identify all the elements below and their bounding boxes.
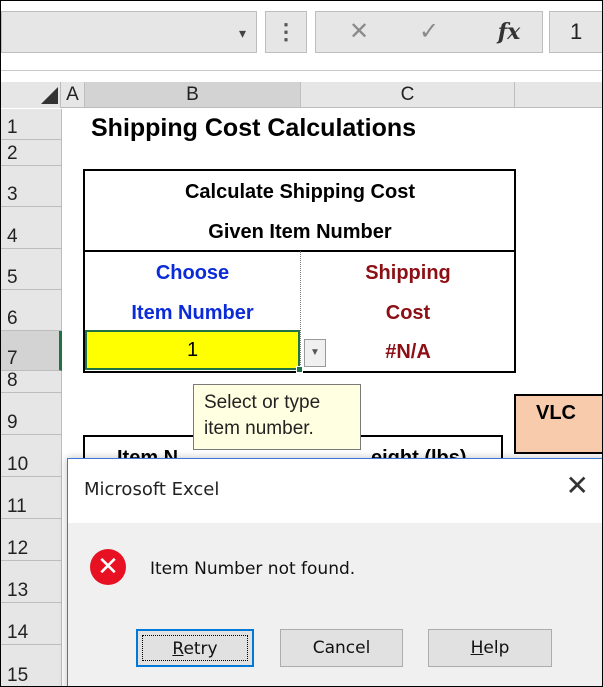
dialog-message: Item Number not found.	[150, 559, 356, 579]
formula-input[interactable]: 1	[549, 11, 602, 53]
select-all-triangle-icon	[41, 87, 58, 104]
calc-header-line2[interactable]: Given Item Number	[85, 221, 515, 244]
name-box[interactable]: ▾	[1, 11, 257, 53]
fill-handle[interactable]	[296, 366, 303, 373]
row-header-4[interactable]: 4	[1, 207, 62, 249]
row-header-10[interactable]: 10	[1, 435, 62, 477]
insert-function-icon[interactable]: fx	[484, 12, 534, 52]
formula-bar: ▾ ⋮ ✕ ✓ fx 1	[1, 1, 602, 71]
close-icon[interactable]: ✕	[566, 469, 589, 502]
tooltip-line2: item number.	[204, 418, 314, 439]
input-message-tooltip: Select or type item number.	[193, 384, 361, 450]
cancel-button[interactable]: Cancel	[280, 629, 403, 667]
calc-header-line1[interactable]: Calculate Shipping Cost	[85, 181, 515, 204]
row-header-15[interactable]: 15	[1, 645, 62, 686]
row-header-3[interactable]: 3	[1, 166, 62, 207]
shipping-cost-result[interactable]: #N/A	[301, 341, 515, 364]
cancel-entry-icon[interactable]: ✕	[334, 12, 384, 52]
retry-button[interactable]: Retry	[136, 629, 254, 667]
formula-buttons: ✕ ✓ fx	[315, 11, 543, 53]
choose-label-line1[interactable]: Choose	[85, 262, 300, 285]
sheet-title[interactable]: Shipping Cost Calculations	[91, 114, 416, 143]
row-header-1[interactable]: 1	[1, 109, 62, 140]
row-header-13[interactable]: 13	[1, 561, 62, 603]
choose-label-line2[interactable]: Item Number	[85, 302, 300, 325]
excel-window: ▾ ⋮ ✕ ✓ fx 1 A B C 1 2 3 4 5 6 7 8 9 10 …	[0, 0, 603, 687]
shipping-label-line1[interactable]: Shipping	[301, 262, 515, 285]
help-button[interactable]: Help	[428, 629, 552, 667]
vlookup-label-cell[interactable]: VLC	[514, 394, 602, 454]
row-header-2[interactable]: 2	[1, 140, 62, 166]
more-options-icon[interactable]: ⋮	[265, 11, 307, 53]
item-number-input-cell[interactable]: 1	[85, 330, 300, 370]
row-header-8[interactable]: 8	[1, 370, 62, 393]
error-dialog: Microsoft Excel ✕ ✕ Item Number not foun…	[67, 458, 602, 686]
row-header-7[interactable]: 7	[1, 331, 62, 371]
tooltip-line1: Select or type	[204, 392, 321, 413]
column-header-a[interactable]: A	[61, 82, 85, 108]
row-header-12[interactable]: 12	[1, 519, 62, 561]
column-header-c[interactable]: C	[301, 82, 515, 108]
focus-ring	[142, 635, 248, 661]
column-header-b[interactable]: B	[85, 82, 301, 108]
chevron-down-icon[interactable]: ▾	[239, 25, 246, 42]
confirm-entry-icon[interactable]: ✓	[404, 12, 454, 52]
row-header-6[interactable]: 6	[1, 290, 62, 331]
error-icon: ✕	[90, 549, 126, 585]
row-header-9[interactable]: 9	[1, 393, 62, 435]
dialog-title: Microsoft Excel	[84, 479, 220, 500]
column-header-d[interactable]	[515, 82, 602, 108]
help-label: elp	[483, 638, 510, 658]
shipping-label-line2[interactable]: Cost	[301, 302, 515, 325]
row-header-14[interactable]: 14	[1, 603, 62, 645]
dialog-body: ✕ Item Number not found. Retry Cancel He…	[68, 523, 602, 686]
help-mnemonic: H	[470, 638, 484, 658]
row-header-11[interactable]: 11	[1, 477, 62, 519]
row-header-5[interactable]: 5	[1, 249, 62, 290]
